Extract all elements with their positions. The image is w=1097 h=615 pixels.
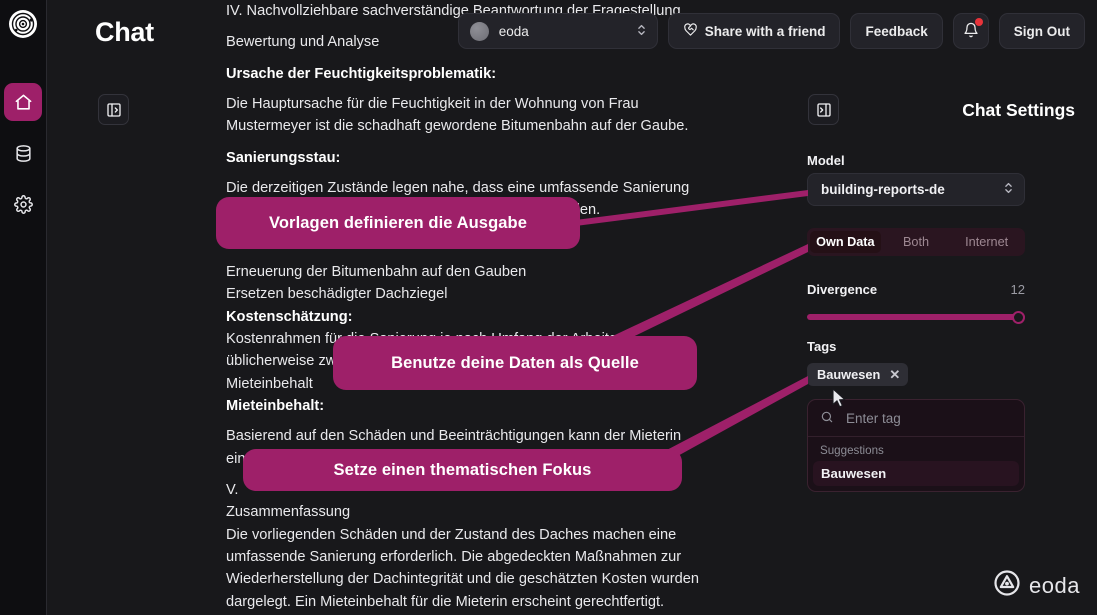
share-label: Share with a friend [704,23,826,39]
content-heading: Ursache der Feuchtigkeitsproblematik: [226,65,497,82]
feedback-button[interactable]: Feedback [850,13,943,49]
callout-own-data: Benutze deine Daten als Quelle [333,336,697,390]
sign-out-button[interactable]: Sign Out [998,13,1085,49]
tab-own-data[interactable]: Own Data [810,231,881,253]
divergence-row: Divergence 12 [807,282,1025,297]
avatar [469,21,489,41]
callout-label: Vorlagen definieren die Ausgabe [269,213,527,232]
org-name: eoda [498,23,529,39]
eoda-brand-watermark: eoda [994,570,1080,601]
tag-suggestions-popup: Enter tag Suggestions Bauwesen [807,399,1025,492]
panel-left-open-icon[interactable] [98,94,129,125]
callout-label: Benutze deine Daten als Quelle [391,353,639,372]
chat-settings-title: Chat Settings [962,100,1075,120]
callout-arrow-templates [560,190,808,228]
mouse-cursor [832,388,846,408]
chevron-updown-icon [1003,181,1014,198]
brand-name: eoda [1029,572,1080,598]
callout-arrow-own-data [600,244,808,346]
tag-chip-bauwesen[interactable]: Bauwesen ✕ [807,363,909,386]
model-label: Model [807,153,845,168]
content-paragraph: Zusammenfassung [226,504,351,521]
heart-handshake-icon [683,22,698,40]
callout-templates: Vorlagen definieren die Ausgabe [216,197,580,249]
search-icon [820,410,834,427]
callout-label: Setze einen thematischen Fokus [333,460,592,479]
content-paragraph: Die Hauptursache für die Feuchtigkeit in… [226,95,689,135]
close-icon[interactable]: ✕ [889,367,900,383]
sidebar-item-home[interactable] [4,83,42,121]
share-with-friend-button[interactable]: Share with a friend [667,13,841,49]
slider-track [807,314,1025,320]
suggestion-item-bauwesen[interactable]: Bauwesen [813,461,1019,486]
slider-thumb[interactable] [1012,311,1025,324]
left-rail [0,0,47,615]
content-paragraph: Die vorliegenden Schäden und der Zustand… [226,526,699,610]
chevron-updown-icon [636,23,647,40]
callout-focus: Setze einen thematischen Fokus [243,449,682,491]
page-title: Chat [95,17,154,47]
tab-internet[interactable]: Internet [951,231,1022,253]
topbar: eoda Share with a friend Feedback Sign O… [457,13,1085,49]
eoda-triangle-icon [994,570,1020,601]
sidebar-item-settings[interactable] [4,185,42,223]
sign-out-label: Sign Out [1013,23,1070,39]
model-select[interactable]: building-reports-de [807,173,1025,206]
tags-label: Tags [807,339,837,354]
notifications-button[interactable] [952,13,989,49]
panel-right-open-icon[interactable] [808,94,839,125]
source-tab-group: Own Data Both Internet [807,228,1025,256]
divergence-value: 12 [1010,282,1025,297]
eoda-logo-icon[interactable] [5,6,41,42]
tag-search-placeholder: Enter tag [846,410,901,426]
divergence-label: Divergence [807,282,878,297]
model-value: building-reports-de [821,182,945,197]
feedback-label: Feedback [865,23,928,39]
org-selector[interactable]: eoda [457,13,658,49]
content-heading: Sanierungsstau: [226,149,341,166]
notification-badge [974,18,983,26]
tag-chip-label: Bauwesen [817,367,881,382]
suggestions-header: Suggestions [820,444,884,457]
tab-both[interactable]: Both [881,231,952,253]
divergence-slider[interactable] [807,311,1025,324]
sidebar-item-data[interactable] [4,134,42,172]
app-root: Chat IV. Nachvollziehbare sachverständig… [0,0,1097,615]
